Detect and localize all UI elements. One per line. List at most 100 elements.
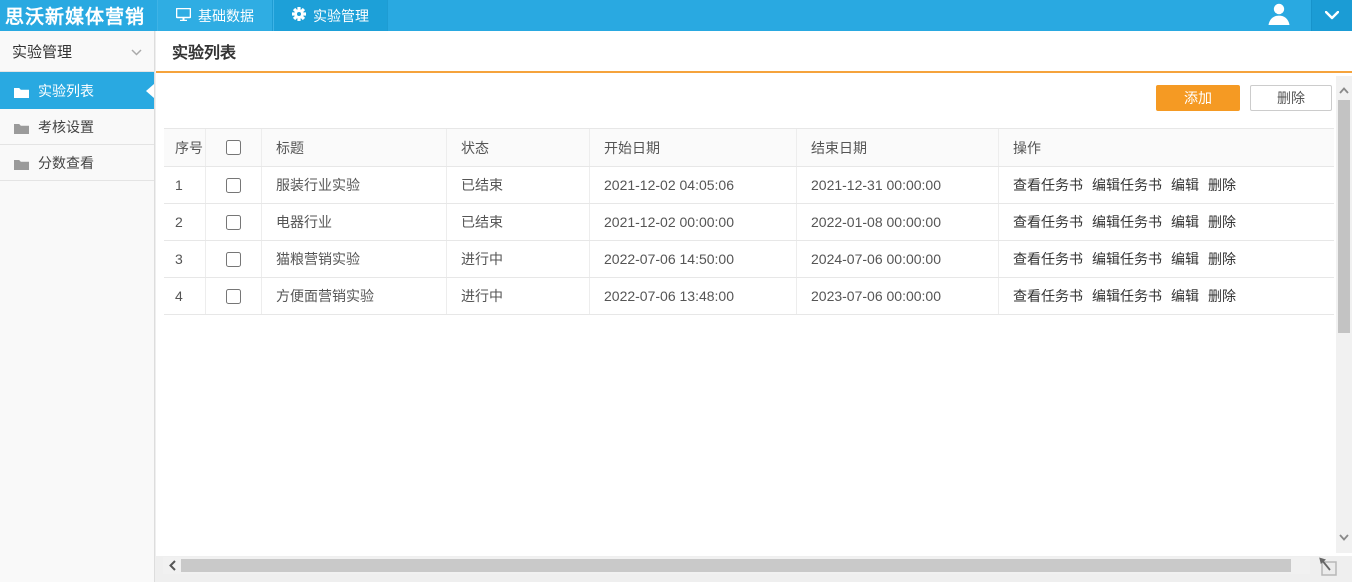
chevron-down-icon [131, 43, 142, 60]
view-task-link[interactable]: 查看任务书 [1013, 212, 1083, 232]
tab-experiment-management[interactable]: 实验管理 [273, 0, 388, 31]
delete-link[interactable]: 删除 [1208, 286, 1236, 306]
header-end-date: 结束日期 [797, 129, 999, 166]
monitor-icon [175, 7, 192, 24]
sidebar-item-assessment-settings[interactable]: 考核设置 [0, 109, 154, 145]
cell-start-date: 2021-12-02 00:00:00 [590, 204, 797, 240]
scroll-left-icon[interactable] [163, 557, 181, 574]
app-window: 思沃新媒体营销 基础数据 实验管理 实验管理 实验列表 考核设置 分数查看 实验… [0, 0, 1352, 582]
delete-link[interactable]: 删除 [1208, 249, 1236, 269]
tab-basic-data[interactable]: 基础数据 [157, 0, 273, 31]
edit-link[interactable]: 编辑 [1171, 175, 1199, 195]
table-body: 1 服装行业实验 已结束 2021-12-02 04:05:06 2021-12… [164, 167, 1334, 315]
cell-checkbox [206, 167, 262, 203]
edit-task-link[interactable]: 编辑任务书 [1092, 175, 1162, 195]
table-row: 4 方便面营销实验 进行中 2022-07-06 13:48:00 2023-0… [164, 278, 1334, 315]
experiment-table: 序号 标题 状态 开始日期 结束日期 操作 1 服装行业实验 已结束 2021-… [164, 128, 1334, 315]
add-button[interactable]: 添加 [1156, 85, 1240, 111]
row-checkbox[interactable] [226, 288, 241, 304]
sidebar-group-experiment-management[interactable]: 实验管理 [0, 31, 154, 72]
cell-end-date: 2023-07-06 00:00:00 [797, 278, 999, 314]
select-all-checkbox[interactable] [226, 140, 241, 155]
sidebar-item-label: 考核设置 [38, 118, 94, 135]
row-checkbox[interactable] [226, 177, 241, 193]
page-title: 实验列表 [172, 45, 237, 62]
tab-label: 基础数据 [198, 7, 254, 24]
cell-index: 3 [164, 241, 206, 277]
header-index: 序号 [164, 129, 206, 166]
vertical-scrollbar-thumb[interactable] [1338, 100, 1350, 333]
edit-link[interactable]: 编辑 [1171, 212, 1199, 232]
active-item-notch [146, 83, 154, 98]
sidebar-item-score-view[interactable]: 分数查看 [0, 145, 154, 181]
edit-link[interactable]: 编辑 [1171, 286, 1199, 306]
horizontal-scrollbar[interactable] [163, 557, 1310, 574]
sidebar-item-label: 实验列表 [38, 82, 94, 99]
cell-title: 电器行业 [262, 204, 447, 240]
edit-link[interactable]: 编辑 [1171, 249, 1199, 269]
title-bar: 实验列表 [156, 31, 1352, 73]
user-icon [1266, 1, 1292, 30]
sidebar-group-label: 实验管理 [12, 43, 73, 61]
cell-status: 已结束 [447, 204, 590, 240]
toolbar: 添加 删除 [156, 85, 1352, 111]
header-checkbox-cell [206, 129, 262, 166]
header-title: 标题 [262, 129, 447, 166]
main-content: 实验列表 添加 删除 序号 标题 状态 开始日期 结束日期 操作 1 服装行业实… [156, 31, 1352, 556]
table-row: 3 猫粮营销实验 进行中 2022-07-06 14:50:00 2024-07… [164, 241, 1334, 278]
cell-checkbox [206, 241, 262, 277]
edit-task-link[interactable]: 编辑任务书 [1092, 212, 1162, 232]
sidebar-item-label: 分数查看 [38, 154, 94, 171]
sidebar: 实验管理 实验列表 考核设置 分数查看 [0, 31, 155, 582]
view-task-link[interactable]: 查看任务书 [1013, 286, 1083, 306]
header-start-date: 开始日期 [590, 129, 797, 166]
folder-icon [14, 121, 29, 134]
edit-task-link[interactable]: 编辑任务书 [1092, 249, 1162, 269]
table-row: 2 电器行业 已结束 2021-12-02 00:00:00 2022-01-0… [164, 204, 1334, 241]
cell-title: 方便面营销实验 [262, 278, 447, 314]
cell-end-date: 2021-12-31 00:00:00 [797, 167, 999, 203]
chevron-down-icon [1324, 7, 1340, 25]
user-avatar-button[interactable] [1247, 0, 1311, 31]
row-checkbox[interactable] [226, 214, 241, 230]
dropdown-toggle-button[interactable] [1311, 0, 1352, 31]
cell-checkbox [206, 278, 262, 314]
cell-checkbox [206, 204, 262, 240]
sidebar-item-experiment-list[interactable]: 实验列表 [0, 72, 154, 109]
edit-task-link[interactable]: 编辑任务书 [1092, 286, 1162, 306]
row-actions: 查看任务书 编辑任务书 编辑 删除 [999, 167, 1334, 203]
cell-index: 2 [164, 204, 206, 240]
row-actions: 查看任务书 编辑任务书 编辑 删除 [999, 204, 1334, 240]
row-actions: 查看任务书 编辑任务书 编辑 删除 [999, 241, 1334, 277]
horizontal-scrollbar-thumb[interactable] [181, 559, 1291, 572]
row-checkbox[interactable] [226, 251, 241, 267]
cell-status: 已结束 [447, 167, 590, 203]
tab-label: 实验管理 [313, 7, 369, 24]
cell-title: 服装行业实验 [262, 167, 447, 203]
brand-logo: 思沃新媒体营销 [5, 7, 146, 28]
delete-button[interactable]: 删除 [1250, 85, 1332, 111]
vertical-scrollbar[interactable] [1336, 76, 1352, 553]
cell-index: 4 [164, 278, 206, 314]
folder-icon [14, 157, 29, 170]
header-status: 状态 [447, 129, 590, 166]
scroll-up-icon[interactable] [1336, 82, 1352, 98]
resize-corner-icon[interactable] [1316, 556, 1340, 578]
scroll-down-icon[interactable] [1336, 529, 1352, 545]
cell-end-date: 2024-07-06 00:00:00 [797, 241, 999, 277]
table-header-row: 序号 标题 状态 开始日期 结束日期 操作 [164, 129, 1334, 167]
cell-index: 1 [164, 167, 206, 203]
table-row: 1 服装行业实验 已结束 2021-12-02 04:05:06 2021-12… [164, 167, 1334, 204]
cell-status: 进行中 [447, 278, 590, 314]
cell-status: 进行中 [447, 241, 590, 277]
delete-link[interactable]: 删除 [1208, 212, 1236, 232]
cell-end-date: 2022-01-08 00:00:00 [797, 204, 999, 240]
header-actions: 操作 [1013, 139, 1041, 156]
cell-title: 猫粮营销实验 [262, 241, 447, 277]
delete-link[interactable]: 删除 [1208, 175, 1236, 195]
row-actions: 查看任务书 编辑任务书 编辑 删除 [999, 278, 1334, 314]
view-task-link[interactable]: 查看任务书 [1013, 249, 1083, 269]
view-task-link[interactable]: 查看任务书 [1013, 175, 1083, 195]
top-navbar: 思沃新媒体营销 基础数据 实验管理 [0, 0, 1352, 31]
topbar-right [1247, 0, 1352, 31]
